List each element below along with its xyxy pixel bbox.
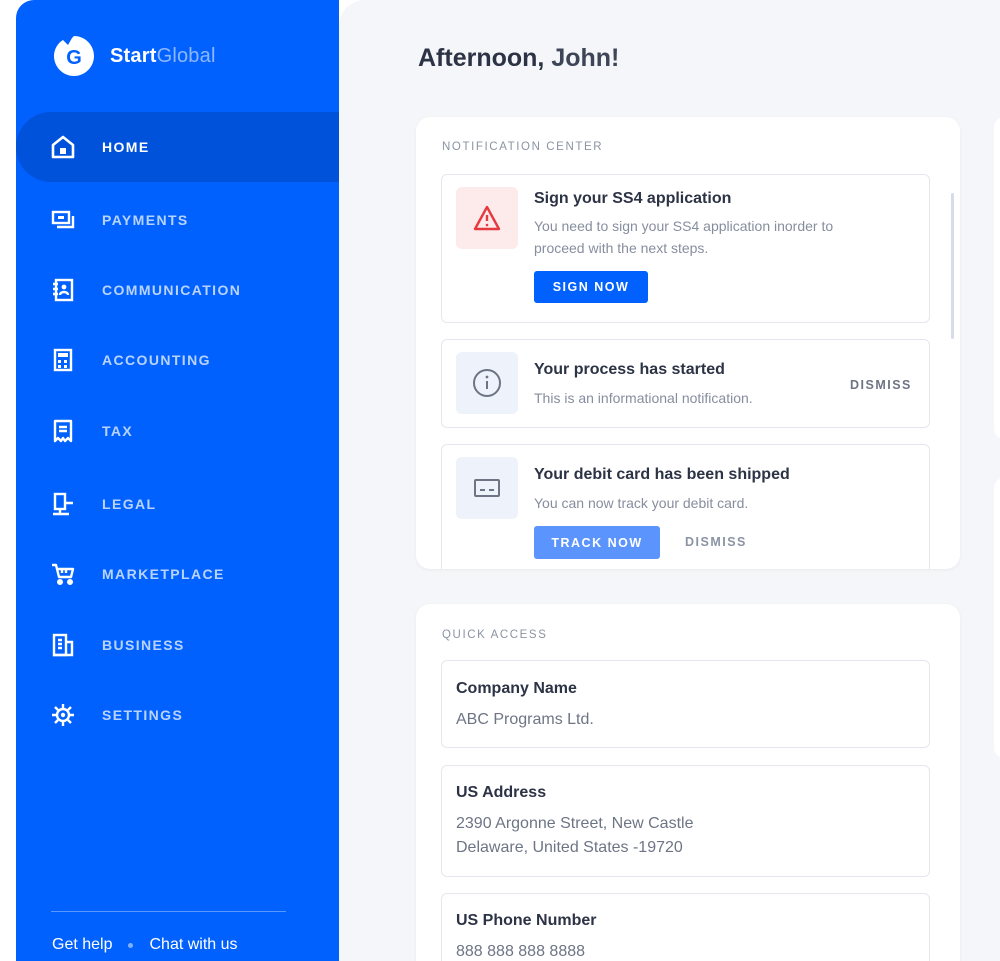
calculator-icon	[50, 347, 76, 373]
sidebar-item-label: BUSINESS	[102, 637, 185, 653]
building-icon	[50, 632, 76, 658]
quick-access-label: Company Name	[456, 680, 577, 697]
notification-center-card: NOTIFICATION CENTER Sign your SS4 applic…	[416, 117, 960, 569]
sidebar-item-label: ACCOUNTING	[102, 352, 211, 368]
sidebar-item-tax[interactable]: TAX	[16, 396, 339, 466]
page-title: Afternoon, John!	[418, 44, 619, 73]
sidebar-item-accounting[interactable]: ACCOUNTING	[16, 325, 339, 395]
notification-text: This is an informational notification.	[534, 390, 753, 406]
brand-name: StartGlobal	[110, 45, 216, 68]
card-title: QUICK ACCESS	[442, 629, 548, 641]
sidebar: G StartGlobal HOME PAYMENTS COMMUNICATIO…	[16, 0, 339, 961]
quick-access-label: US Address	[456, 784, 547, 801]
svg-text:G: G	[66, 47, 82, 69]
separator-dot	[128, 942, 134, 948]
communication-icon	[50, 277, 76, 303]
notification-title: Your debit card has been shipped	[534, 466, 790, 483]
dismiss-button[interactable]: DISMISS	[850, 378, 912, 392]
sidebar-item-label: LEGAL	[102, 496, 157, 512]
sign-now-button[interactable]: SIGN NOW	[534, 271, 648, 303]
sidebar-item-marketplace[interactable]: MARKETPLACE	[16, 539, 339, 609]
quick-access-value: Delaware, United States -19720	[456, 839, 683, 856]
quick-access-item[interactable]: US Address 2390 Argonne Street, New Cast…	[441, 765, 930, 877]
quick-access-value: 888 888 888 8888	[456, 943, 586, 960]
sidebar-item-business[interactable]: BUSINESS	[16, 610, 339, 680]
notification-text: You need to sign your SS4 application in…	[534, 218, 834, 256]
legal-icon	[50, 491, 76, 517]
cart-icon	[50, 561, 76, 587]
track-now-button[interactable]: TRACK NOW	[534, 526, 660, 559]
brand-name-light: Global	[156, 44, 216, 67]
notification-text: You can now track your debit card.	[534, 495, 749, 511]
sidebar-item-legal[interactable]: LEGAL	[16, 469, 339, 539]
notification-item: Your process has started This is an info…	[441, 339, 930, 428]
sidebar-item-label: COMMUNICATION	[102, 282, 242, 298]
sidebar-item-label: TAX	[102, 423, 134, 439]
sidebar-item-label: HOME	[102, 139, 150, 155]
brand-logo-icon: G	[52, 34, 96, 78]
sidebar-footer: Get help Chat with us	[52, 936, 238, 954]
home-icon	[50, 134, 76, 160]
greeting-name: John!	[551, 44, 620, 72]
sidebar-item-settings[interactable]: SETTINGS	[16, 680, 339, 750]
app-frame: G StartGlobal HOME PAYMENTS COMMUNICATIO…	[0, 0, 1000, 961]
gear-icon	[50, 702, 76, 728]
right-card-peek	[994, 478, 1000, 758]
sidebar-item-label: PAYMENTS	[102, 212, 189, 228]
sidebar-item-label: MARKETPLACE	[102, 566, 225, 582]
quick-access-value: ABC Programs Ltd.	[456, 711, 594, 728]
card-icon	[456, 457, 518, 519]
sidebar-item-payments[interactable]: PAYMENTS	[16, 185, 339, 255]
right-card-peek	[994, 117, 1000, 439]
notification-item: Your debit card has been shipped You can…	[441, 444, 930, 569]
quick-access-label: US Phone Number	[456, 912, 597, 929]
quick-access-item[interactable]: US Phone Number 888 888 888 8888	[441, 893, 930, 961]
card-title: NOTIFICATION CENTER	[442, 141, 604, 153]
brand[interactable]: G StartGlobal	[52, 34, 216, 78]
notification-title: Sign your SS4 application	[534, 190, 732, 207]
brand-name-strong: Start	[110, 44, 157, 67]
warning-icon	[456, 187, 518, 249]
sidebar-item-communication[interactable]: COMMUNICATION	[16, 255, 339, 325]
quick-access-item[interactable]: Company Name ABC Programs Ltd.	[441, 660, 930, 748]
receipt-icon	[50, 418, 76, 444]
quick-access-card: QUICK ACCESS Company Name ABC Programs L…	[416, 604, 960, 961]
quick-access-value: 2390 Argonne Street, New Castle	[456, 815, 694, 832]
notification-scrollbar[interactable]	[951, 193, 954, 339]
sidebar-item-label: SETTINGS	[102, 707, 184, 723]
payments-icon	[50, 207, 76, 233]
dismiss-button[interactable]: DISMISS	[685, 535, 747, 549]
chat-with-us-link[interactable]: Chat with us	[149, 936, 237, 954]
info-icon	[456, 352, 518, 414]
sidebar-item-home[interactable]: HOME	[16, 112, 339, 182]
notification-item: Sign your SS4 application You need to si…	[441, 174, 930, 323]
greeting-strong: Afternoon,	[418, 44, 545, 72]
get-help-link[interactable]: Get help	[52, 936, 112, 954]
sidebar-divider	[51, 911, 286, 912]
notification-title: Your process has started	[534, 361, 725, 378]
